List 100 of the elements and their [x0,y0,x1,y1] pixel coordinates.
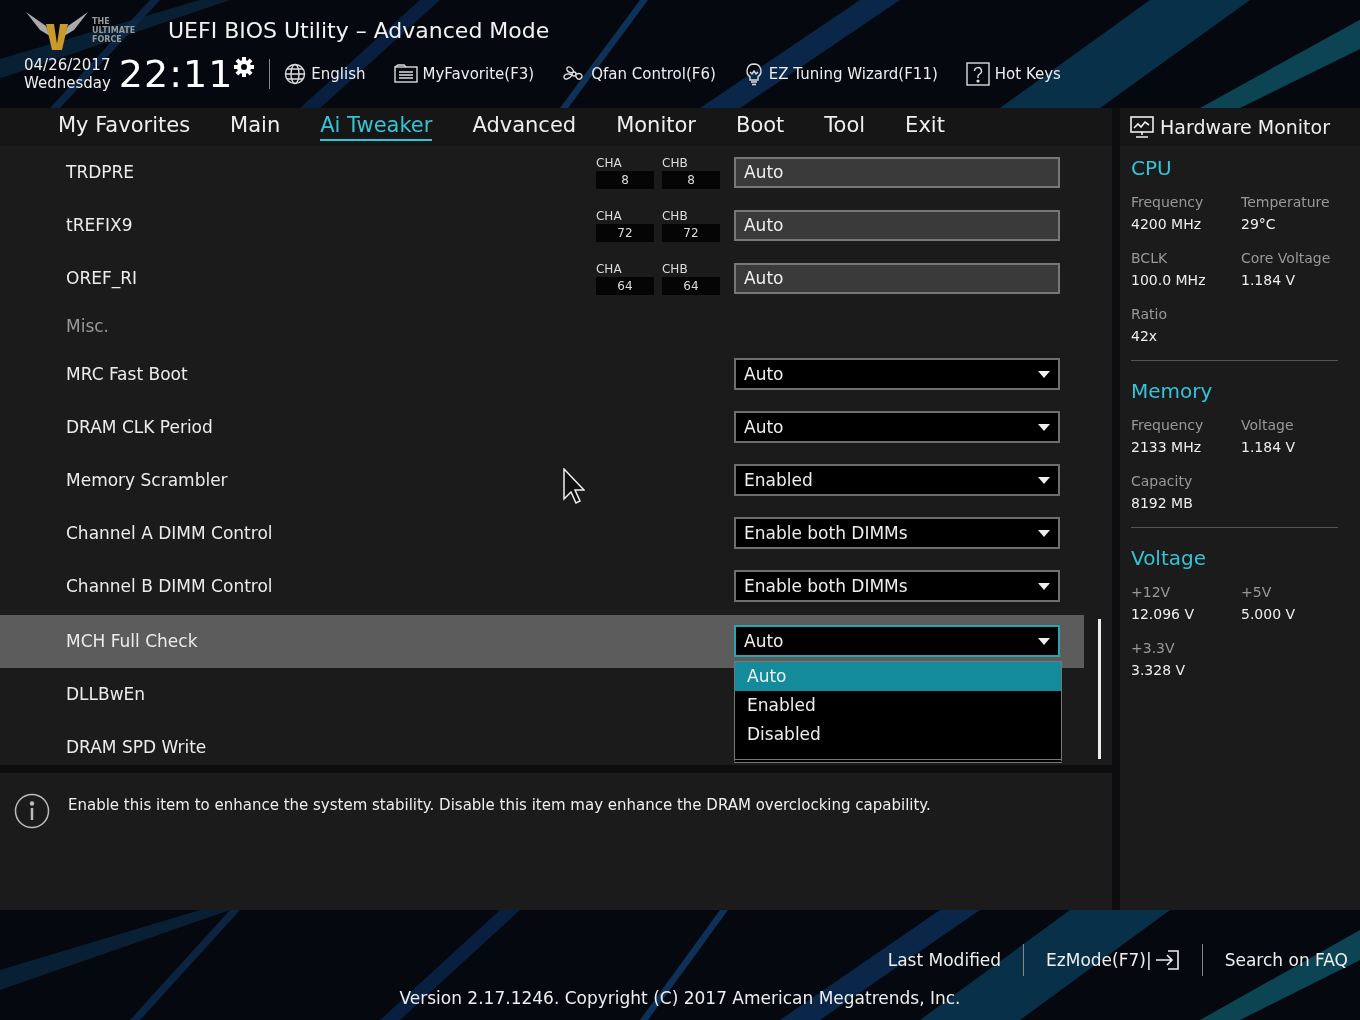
stat-value: 42x [1131,328,1159,344]
menu-tab[interactable]: Monitor [616,112,696,141]
caret-icon [1038,370,1050,378]
dropdown-option[interactable]: Disabled [735,719,1061,749]
channel-label: CHA [596,208,623,223]
section-heading: Memory [1131,379,1214,403]
setting-label: MCH Full Check [66,631,198,652]
stat-label: Core Voltage [1241,250,1332,266]
channel-value: 72 [662,223,720,242]
stat-label: +12V [1131,584,1172,600]
setting-label: DLLBwEn [66,684,146,705]
setting-label: TRDPRE [66,162,135,183]
menu-tab[interactable]: Tool [824,112,866,141]
menu-tab[interactable]: Boot [735,112,785,141]
channel-value: 8 [596,170,654,189]
setting-label: DRAM SPD Write [66,737,207,758]
channel-label: CHA [596,261,623,276]
stat-label: BCLK [1131,250,1169,266]
day-text: Wednesday [24,74,111,92]
menu-tab[interactable]: Advanced [472,112,577,141]
stat-value: 12.096 V [1131,606,1195,622]
scrollbar[interactable] [1098,618,1101,759]
toolbar-button[interactable]: EZ Tuning Wizard(F11) [743,62,938,86]
exit-icon [1153,949,1180,971]
toolbar-button[interactable]: Qfan Control(F6) [562,62,716,86]
globe-icon [284,63,307,85]
stat-label: Voltage [1241,417,1295,433]
cursor-icon [563,467,585,504]
stat-label: Frequency [1131,417,1205,433]
stat-value: 1.184 V [1241,272,1297,288]
value-field[interactable]: Auto [734,209,1060,241]
footer-link[interactable]: Search on FAQ [1224,950,1348,970]
help-text: Enable this item to enhance the system stability. Disable this item may enhance the DRAM overclocking capability. [68,795,931,814]
value-dropdown[interactable]: Enabled [734,464,1060,497]
channel-value: 8 [662,170,720,189]
stat-label: Capacity [1131,473,1194,489]
date-text: 04/26/2017 [24,56,111,74]
channel-value: 64 [596,276,654,295]
window-title: UEFI BIOS Utility – Advanced Mode [168,17,550,43]
stat-value: 1.184 V [1241,439,1297,455]
value-dropdown[interactable]: Auto [734,358,1060,391]
setting-label: DRAM CLK Period [66,417,213,438]
value-dropdown[interactable]: Enable both DIMMs [734,570,1060,603]
section-heading: Voltage [1131,546,1208,570]
list-icon [393,64,418,84]
help-icon [965,62,990,86]
setting-label: Channel A DIMM Control [66,523,273,544]
stat-label: Ratio [1131,306,1168,322]
caret-icon [1038,476,1050,484]
monitor-icon [1130,115,1154,139]
dropdown-option[interactable]: Auto [735,661,1061,691]
stat-value: 2133 MHz [1131,439,1203,455]
clock-text: 22:11 [118,52,234,96]
stat-label: Frequency [1131,194,1205,210]
stat-label: +5V [1241,584,1273,600]
stat-value: 5.000 V [1241,606,1297,622]
channel-value: 72 [596,223,654,242]
stat-value: 29°C [1241,216,1277,232]
stat-label: Temperature [1241,194,1331,210]
info-icon [14,792,50,829]
setting-label: Memory Scrambler [66,470,228,491]
dropdown-option[interactable]: Enabled [735,690,1061,720]
channel-value: 64 [662,276,720,295]
value-dropdown[interactable]: Auto [734,625,1060,658]
settings-icon[interactable] [233,56,256,78]
value-dropdown[interactable]: Enable both DIMMs [734,517,1060,550]
section-heading: Misc. [66,316,109,337]
value-dropdown[interactable]: Auto [734,411,1060,444]
stat-value: 8192 MB [1131,495,1194,511]
menu-tab[interactable]: My Favorites [58,112,191,141]
footer-link[interactable]: Last Modified [887,950,1002,970]
caret-icon [1038,529,1050,537]
stat-value: 4200 MHz [1131,216,1203,232]
caret-icon [1038,637,1050,645]
setting-label: MRC Fast Boot [66,364,188,385]
lightbulb-icon [743,62,764,86]
menu-tab[interactable]: Ai Tweaker [320,112,433,141]
setting-label: OREF_RI [66,268,138,289]
channel-label: CHB [662,261,689,276]
value-field[interactable]: Auto [734,262,1060,294]
menu-tab[interactable]: Exit [905,112,945,141]
panel-title: Hardware Monitor [1160,116,1330,138]
menu-tab[interactable]: Main [230,112,281,141]
setting-label: tREFIX9 [66,215,133,236]
toolbar-button[interactable]: MyFavorite(F3) [393,64,535,84]
footer-link[interactable]: EzMode(F7)| [1046,949,1180,971]
channel-label: CHB [662,208,689,223]
value-field[interactable]: Auto [734,156,1060,188]
toolbar-button[interactable]: English [284,63,366,85]
stat-value: 100.0 MHz [1131,272,1207,288]
channel-label: CHB [662,155,689,170]
stat-value: 3.328 V [1131,662,1187,678]
section-heading: CPU [1131,156,1173,180]
stat-label: +3.3V [1131,640,1176,656]
version-text: Version 2.17.1246. Copyright (C) 2017 American Megatrends, Inc. [399,988,961,1008]
caret-icon [1038,423,1050,431]
setting-label: Channel B DIMM Control [66,576,273,597]
channel-label: CHA [596,155,623,170]
toolbar-button[interactable]: Hot Keys [965,62,1061,86]
logo-text: THE ULTIMATE FORCE [92,16,137,44]
